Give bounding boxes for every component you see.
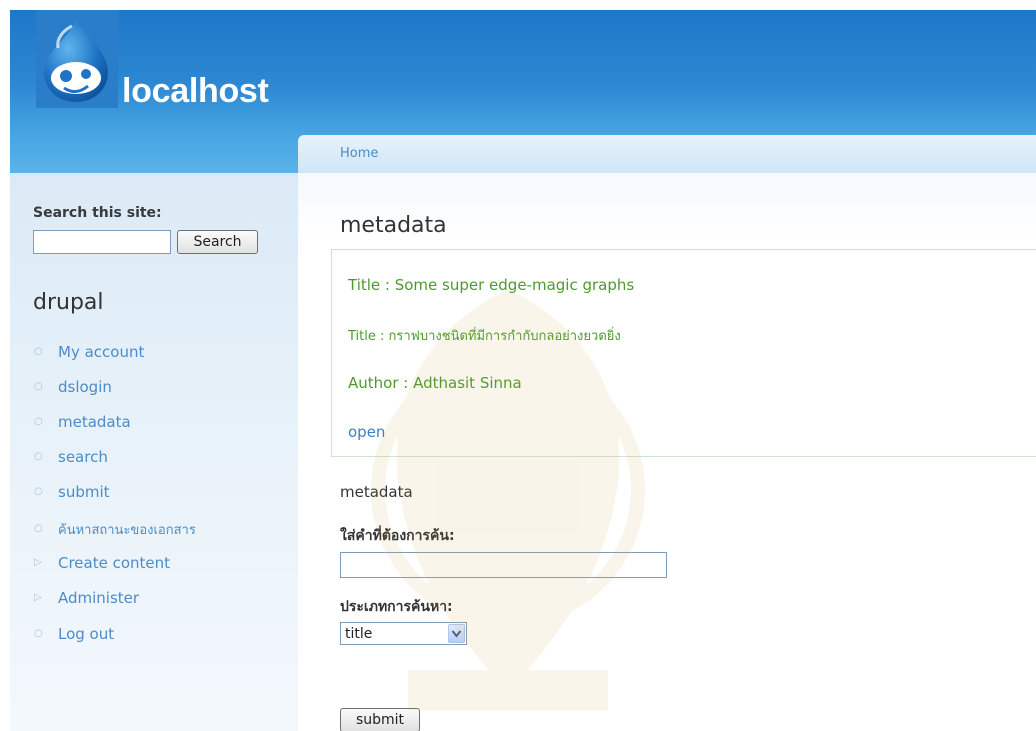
main-content: metadata Title : Some super edge-magic g… — [298, 173, 1036, 731]
metadata-result-box: Title : Some super edge-magic graphs Tit… — [331, 249, 1036, 457]
chevron-down-icon[interactable] — [448, 624, 465, 643]
leaf-icon: ○ — [34, 628, 43, 639]
search-type-label: ประเภทการค้นหา: — [340, 599, 453, 615]
collapsed-icon: ▷ — [34, 592, 42, 603]
drupal-drop-logo-icon[interactable] — [36, 10, 118, 108]
leaf-icon: ○ — [34, 381, 43, 392]
query-label: ใส่คำที่ต้องการค้น: — [340, 528, 455, 544]
leaf-icon: ○ — [34, 416, 43, 427]
menu-item-submit[interactable]: ○ submit — [34, 483, 110, 505]
menu-item-document-status[interactable]: ○ ค้นหาสถานะของเอกสาร — [34, 519, 196, 541]
leaf-icon: ○ — [34, 486, 43, 497]
search-type-selected: title — [345, 626, 373, 642]
search-query-input[interactable] — [340, 552, 667, 578]
result-title-en: Title : Some super edge-magic graphs — [348, 276, 635, 294]
menu-item-create-content[interactable]: ▷ Create content — [34, 554, 170, 576]
search-type-select[interactable]: title — [340, 622, 467, 645]
breadcrumb-home-link[interactable]: Home — [340, 146, 378, 161]
collapsed-icon: ▷ — [34, 557, 42, 568]
menu-item-search[interactable]: ○ search — [34, 448, 108, 470]
menu-item-dslogin[interactable]: ○ dslogin — [34, 378, 112, 400]
menu-item-my-account[interactable]: ○ My account — [34, 343, 144, 365]
open-link[interactable]: open — [348, 423, 385, 441]
site-name[interactable]: localhost — [122, 72, 269, 111]
menu-item-metadata[interactable]: ○ metadata — [34, 413, 131, 435]
menu-item-log-out[interactable]: ○ Log out — [34, 625, 114, 647]
page-title: metadata — [340, 213, 447, 238]
page: localhost Home Search this site: Search … — [10, 10, 1036, 731]
result-author: Author : Adthasit Sinna — [348, 374, 522, 392]
breadcrumb: Home — [298, 135, 1036, 173]
navigation-menu: ○ My account ○ dslogin ○ metadata ○ search ○… — [10, 173, 298, 731]
menu-item-administer[interactable]: ▷ Administer — [34, 589, 139, 611]
form-heading: metadata — [340, 483, 413, 501]
leaf-icon: ○ — [34, 523, 43, 534]
leaf-icon: ○ — [34, 346, 43, 357]
submit-button[interactable]: submit — [340, 708, 420, 731]
result-title-th: Title : กราฟบางชนิดที่มีการกำกับกลอย่างย… — [348, 329, 621, 344]
leaf-icon: ○ — [34, 451, 43, 462]
left-sidebar: Search this site: Search drupal ○ My acco… — [10, 173, 298, 731]
